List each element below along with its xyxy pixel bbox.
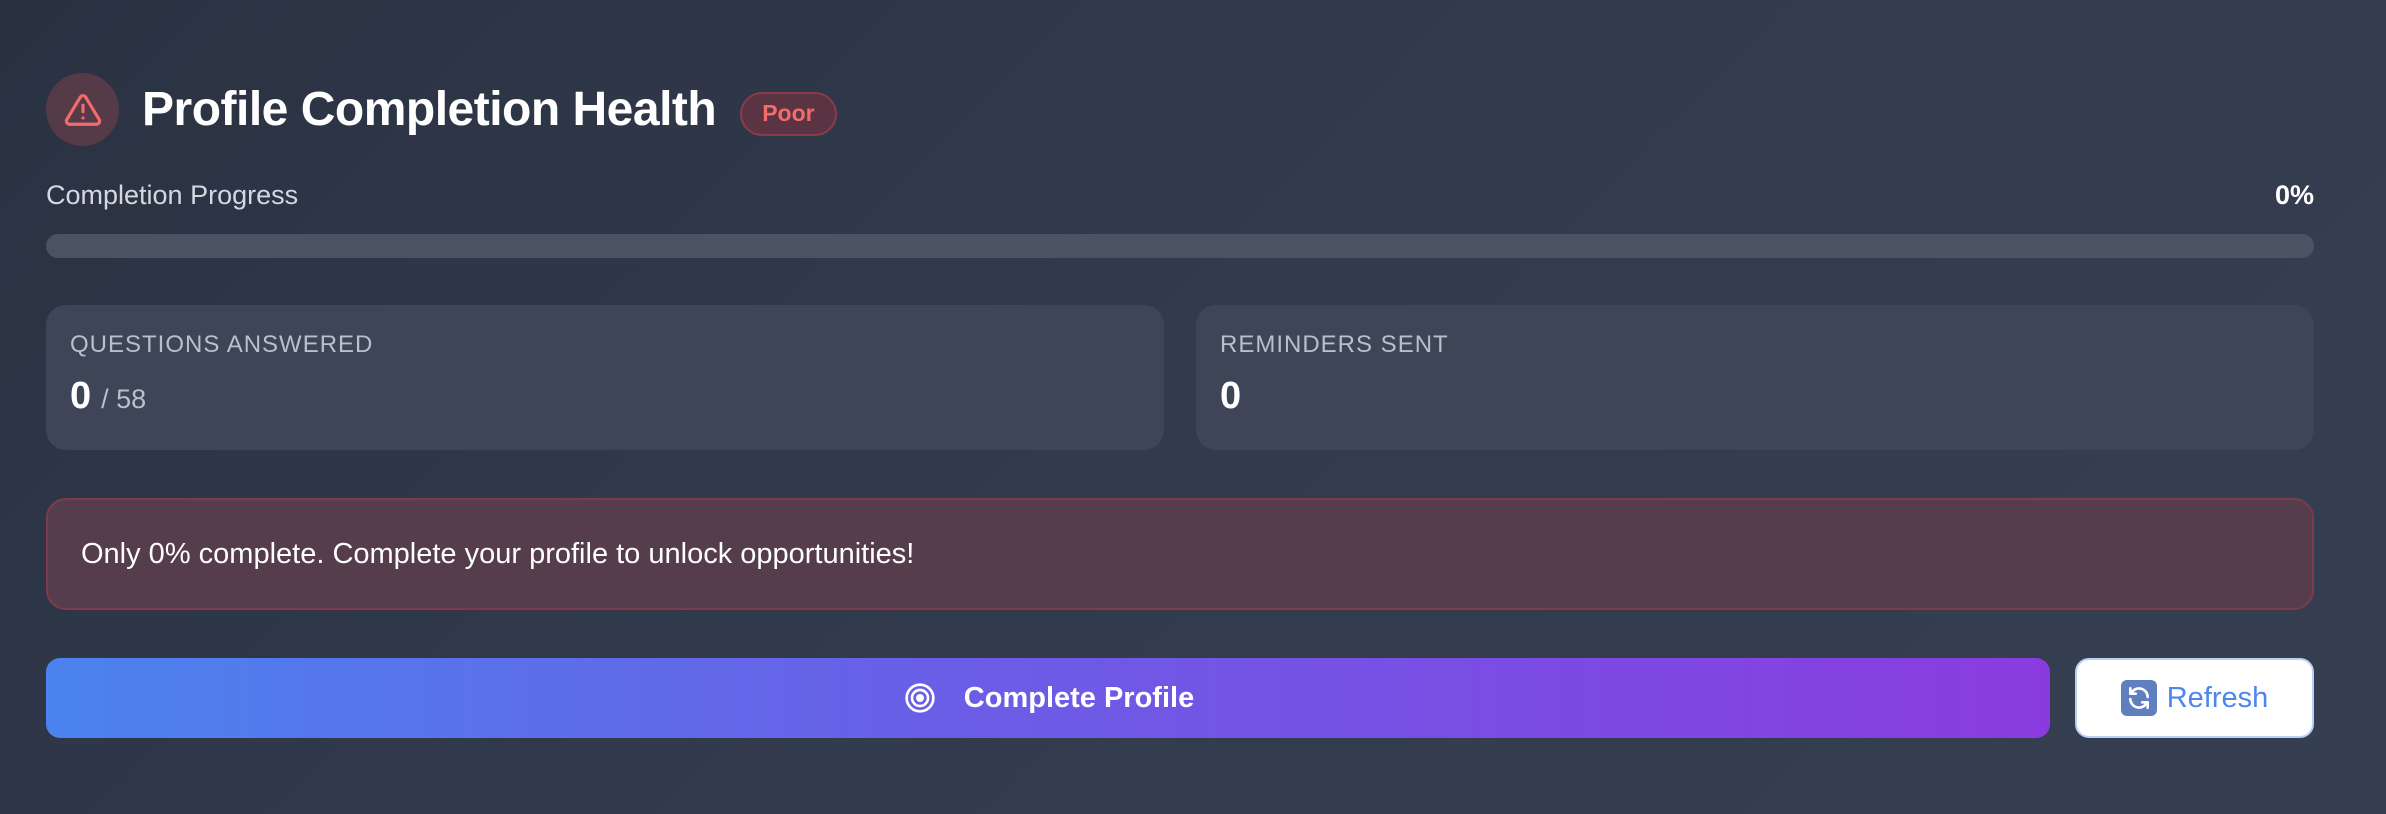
reminders-sent-card: REMINDERS SENT 0 [1196, 305, 2314, 450]
reminders-sent-label: REMINDERS SENT [1220, 331, 1449, 358]
completion-warning: Only 0% complete. Complete your profile … [46, 498, 2314, 610]
alert-icon-wrapper [46, 73, 119, 146]
questions-answered-card: QUESTIONS ANSWERED 0 / 58 [46, 305, 1164, 450]
questions-total: / 58 [101, 384, 147, 414]
status-badge: Poor [740, 91, 837, 136]
alert-triangle-icon [64, 93, 101, 126]
complete-profile-button[interactable]: Complete Profile [46, 658, 2050, 738]
target-icon [902, 680, 938, 716]
refresh-label: Refresh [2166, 681, 2269, 714]
reminders-sent-value: 0 [1220, 375, 1242, 417]
card-header: Profile Completion Health Poor [46, 73, 837, 146]
complete-profile-label: Complete Profile [963, 681, 1195, 714]
questions-answered-label: QUESTIONS ANSWERED [70, 331, 374, 358]
progress-percentage: 0% [2274, 180, 2314, 210]
progress-bar [46, 234, 2314, 258]
refresh-button[interactable]: Refresh [2075, 658, 2314, 738]
reminders-sent-value-row: 0 [1220, 375, 1241, 418]
page-title: Profile Completion Health [142, 83, 717, 136]
questions-answered-value-row: 0 / 58 [70, 375, 146, 418]
questions-answered-value: 0 [70, 375, 92, 417]
refresh-icon [2120, 680, 2157, 716]
completion-warning-text: Only 0% complete. Complete your profile … [81, 537, 915, 570]
progress-label: Completion Progress [46, 180, 299, 210]
